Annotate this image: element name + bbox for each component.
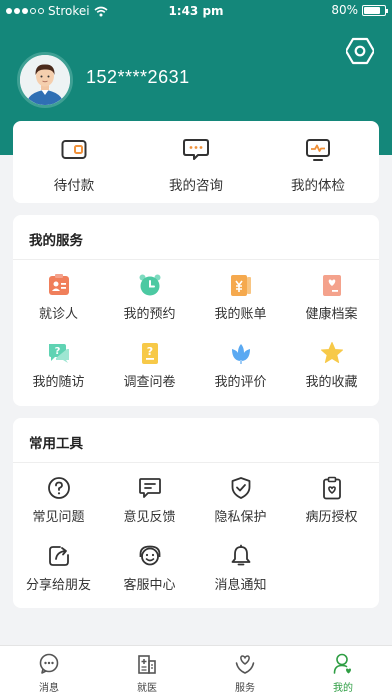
profile-icon xyxy=(333,653,351,674)
customer-service-icon xyxy=(139,545,161,566)
message-icon xyxy=(39,653,59,674)
tab-label: 我的 xyxy=(333,683,353,694)
followup-chat-icon: ? xyxy=(49,344,69,363)
tools-title: 常用工具 xyxy=(29,436,83,452)
tools-card: 常用工具 常见问题 意见反馈 隐私保护 病历授权 分享给朋友 客服中心 消息通知 xyxy=(13,418,379,608)
star-icon xyxy=(321,342,343,363)
tab-services[interactable]: 服务 xyxy=(196,646,294,696)
status-bar: Strokei 1:43 pm 80% xyxy=(0,0,392,22)
health-record-icon xyxy=(323,275,341,296)
tool-label: 分享给朋友 xyxy=(25,578,91,593)
bill-icon xyxy=(231,275,251,296)
alarm-clock-icon xyxy=(139,274,161,296)
battery-icon xyxy=(362,4,388,16)
service-item-questionnaire[interactable]: ? 调查问卷 xyxy=(104,341,195,401)
pending-payment-button[interactable]: 待付款 xyxy=(13,121,135,203)
service-label: 就诊人 xyxy=(38,307,78,322)
tool-item-faq[interactable]: 常见问题 xyxy=(13,476,104,536)
settings-icon[interactable] xyxy=(346,37,374,65)
tab-messages[interactable]: 消息 xyxy=(0,646,98,696)
service-item-followup[interactable]: ? 我的随访 xyxy=(13,341,104,401)
tool-label: 隐私保护 xyxy=(214,510,267,525)
svg-text:?: ? xyxy=(147,345,153,358)
services-title: 我的服务 xyxy=(29,233,83,249)
questionnaire-icon: ? xyxy=(142,343,158,364)
quick-actions-card: 待付款 我的咨询 我的体检 xyxy=(13,121,379,203)
my-checkup-button[interactable]: 我的体检 xyxy=(257,121,379,203)
tool-item-share[interactable]: 分享给朋友 xyxy=(13,544,104,604)
heart-hands-icon xyxy=(235,655,255,674)
tab-medical[interactable]: 就医 xyxy=(98,646,196,696)
tulip-icon xyxy=(232,344,250,364)
monitor-icon xyxy=(306,139,330,161)
shield-icon xyxy=(231,477,251,499)
tool-label: 意见反馈 xyxy=(123,510,176,525)
share-icon xyxy=(49,546,69,566)
question-icon xyxy=(48,477,70,499)
tab-label: 消息 xyxy=(39,683,59,694)
tool-item-customer-service[interactable]: 客服中心 xyxy=(104,544,195,604)
bottom-tab-bar: 消息 就医 服务 我的 xyxy=(0,645,392,696)
wallet-icon xyxy=(61,140,87,159)
bell-icon xyxy=(231,544,251,566)
quick-action-label: 我的体检 xyxy=(291,178,345,194)
service-label: 健康档案 xyxy=(305,307,358,322)
service-item-favorites[interactable]: 我的收藏 xyxy=(286,341,377,401)
patient-card-icon xyxy=(49,274,69,295)
services-card: 我的服务 就诊人 我的预约 我的账单 健康档案 ? 我的随访 ? 调查问卷 我的… xyxy=(13,215,379,406)
chat-icon xyxy=(183,139,209,160)
divider xyxy=(13,462,379,463)
tool-item-privacy[interactable]: 隐私保护 xyxy=(195,476,286,536)
tool-label: 病历授权 xyxy=(305,510,358,525)
service-label: 调查问卷 xyxy=(123,375,176,390)
service-label: 我的评价 xyxy=(214,375,267,390)
tool-item-notifications[interactable]: 消息通知 xyxy=(195,544,286,604)
avatar[interactable] xyxy=(17,52,73,108)
service-label: 我的收藏 xyxy=(305,375,358,390)
feedback-icon xyxy=(139,478,161,498)
service-item-review[interactable]: 我的评价 xyxy=(195,341,286,401)
service-label: 我的账单 xyxy=(214,307,267,322)
service-label: 我的预约 xyxy=(123,307,176,322)
service-item-patient[interactable]: 就诊人 xyxy=(13,273,104,333)
tool-item-feedback[interactable]: 意见反馈 xyxy=(104,476,195,536)
svg-text:?: ? xyxy=(55,346,61,357)
tab-label: 就医 xyxy=(137,683,157,694)
tool-label: 常见问题 xyxy=(32,510,85,525)
quick-action-label: 待付款 xyxy=(53,178,95,194)
tool-label: 客服中心 xyxy=(123,578,176,593)
user-avatar-icon xyxy=(20,55,70,105)
service-item-bill[interactable]: 我的账单 xyxy=(195,273,286,333)
tab-label: 服务 xyxy=(235,683,255,694)
quick-action-label: 我的咨询 xyxy=(169,178,223,194)
service-item-health-record[interactable]: 健康档案 xyxy=(286,273,377,333)
hospital-icon xyxy=(138,655,156,674)
battery-percent: 80% xyxy=(331,3,358,17)
tab-profile[interactable]: 我的 xyxy=(294,646,392,696)
my-consultation-button[interactable]: 我的咨询 xyxy=(135,121,257,203)
service-item-appointment[interactable]: 我的预约 xyxy=(104,273,195,333)
service-label: 我的随访 xyxy=(32,375,85,390)
tool-item-record-authorization[interactable]: 病历授权 xyxy=(286,476,377,536)
user-phone: 152****2631 xyxy=(86,67,190,87)
tool-label: 消息通知 xyxy=(214,578,267,593)
clipboard-heart-icon xyxy=(323,476,341,500)
divider xyxy=(13,259,379,260)
